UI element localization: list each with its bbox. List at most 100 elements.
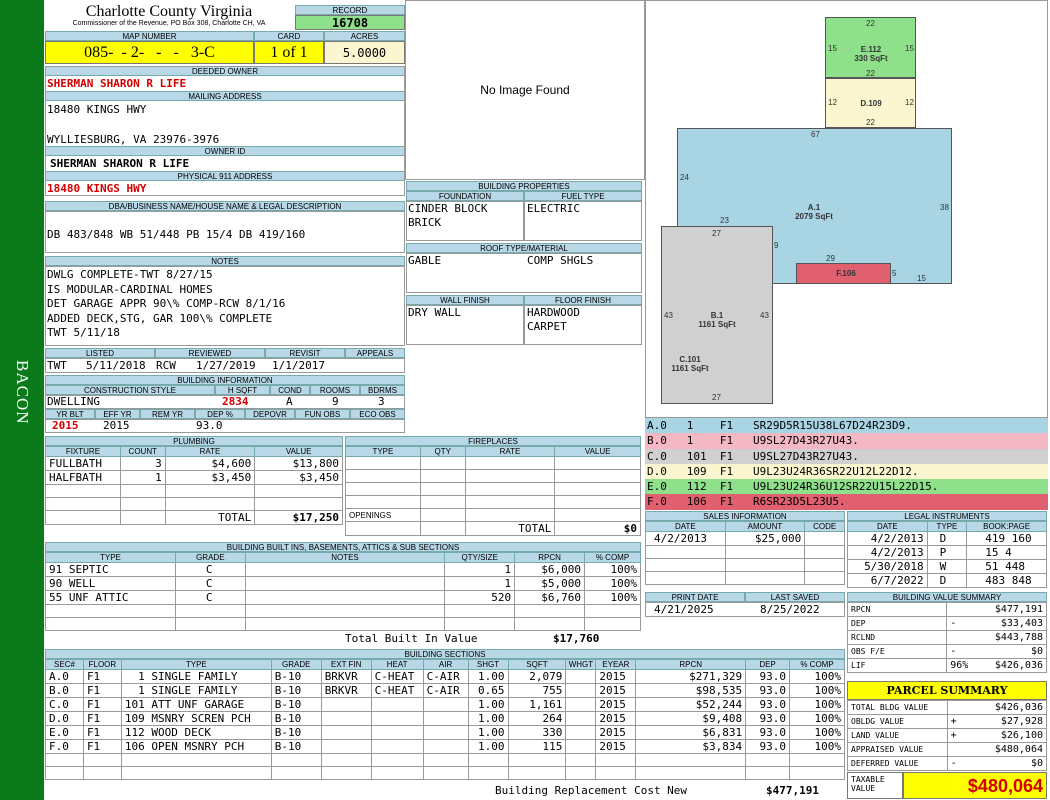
note-line: IS MODULAR-CARDINAL HOMES [47,282,213,296]
note-line: DWLG COMPLETE-TWT 8/27/15 [47,268,213,281]
cond-label: COND [270,385,310,395]
card-label: CARD [254,31,324,41]
summary-cell: - [946,644,987,659]
wall-finish-label: WALL FINISH [406,295,524,305]
section-cell [371,697,424,712]
summary-cell: $0 [986,644,1047,659]
summary-row: APPRAISED VALUE $480,064 [847,742,1047,757]
summary-cell [946,742,987,757]
foundation-1: CINDER BLOCK [408,202,488,215]
last-saved-label: LAST SAVED [745,592,845,602]
cond-value: A [286,395,293,408]
section-cell: 100% [789,725,845,740]
section-cell [565,669,597,684]
table-row [45,497,343,511]
sale-date: 4/2/2013 [645,531,726,546]
owner-frame [45,66,405,196]
legal-h-date: DATE [847,521,928,532]
sec-h-dep: DEP [745,659,791,670]
sec-h-extfin: EXT FIN [320,659,372,670]
summary-cell: + [946,728,987,743]
summary-cell: RCLND [846,630,948,645]
summary-row: LIF 96% $426,036 [846,658,1047,673]
summary-cell: $27,928 [986,714,1047,729]
building-sketch: E.112 330 SqFt D.109 A.1 2079 SqFt F.106 B… [645,0,1048,418]
construction-style: DWELLING [47,395,100,408]
sec-h-grade: GRADE [270,659,322,670]
section-cell: 93.0 [745,739,791,754]
bi-h-grade: GRADE [174,552,246,563]
section-cell: 93.0 [745,725,791,740]
sketch-dim: 24 [680,173,689,182]
summary-cell: LAND VALUE [847,728,948,743]
listed-date: 5/11/2018 [86,359,146,372]
bi-type: 55 UNF ATTIC [45,590,176,605]
funobs-label: FUN OBS [295,409,350,419]
sales-h-date: DATE [645,521,726,532]
section-cell: BRKVR [321,683,372,698]
plumb-value: $13,800 [254,456,343,471]
table-row: 4/2/2013 P 15 4 [847,545,1047,560]
sketch-dim: 27 [712,393,721,402]
section-cell: 115 [508,739,567,754]
bi-rpcn: $6,000 [514,562,586,577]
table-row: B.0 F1 1 SINGLE FAMILY B-10 BRKVR C-HEAT C-AI… [45,683,845,698]
county-header: Charlotte County Virginia Commissioner o… [46,3,292,27]
revisit-label: REVISIT [265,348,345,358]
section-cell: 264 [508,711,567,726]
yrblt-label: YR BLT [45,409,95,419]
builtins-total: $17,760 [553,632,600,645]
plumb-fixture: FULLBATH [45,456,121,471]
summary-row: RPCN $477,191 [846,602,1047,617]
sketch-dim: 29 [826,254,835,263]
plumb-count: 1 [120,470,166,485]
bi-rpcn: $5,000 [514,576,586,591]
bi-grade: C [175,576,246,591]
county-title: Charlotte County Virginia [85,3,253,20]
section-cell [423,739,469,754]
section-cell: 109 MSNRY SCREN PCH [121,711,272,726]
section-cell: $6,831 [635,725,747,740]
summary-cell: $480,064 [986,742,1047,757]
legal-cell: D [927,573,968,588]
legal-cell: 4/2/2013 [847,531,928,546]
fuel-type: ELECTRIC [527,202,580,215]
plumb-h-count: COUNT [119,446,166,457]
section-cell: 330 [508,725,567,740]
reviewed-label: REVIEWED [155,348,265,358]
sketch-dim: 27 [712,229,721,238]
section-cell [371,739,424,754]
section-cell: 2015 [595,725,637,740]
section-cell: 1.00 [468,725,509,740]
legal-cell: 483 848 [966,573,1047,588]
section-cell: 93.0 [745,683,791,698]
section-cell: C-AIR [423,669,469,684]
section-cell: $98,535 [635,683,747,698]
sketch-label-c: C.101 1161 SqFt [671,355,709,373]
section-cell: C-HEAT [371,669,424,684]
legend-row: D.0 109 F1 U9L23U24R36SR22U12L22D12. [645,463,1048,480]
plumb-h-value: VALUE [254,446,343,457]
floor-finish-label: FLOOR FINISH [524,295,642,305]
table-row: HALFBATH 1 $3,450 $3,450 [45,470,343,485]
section-cell: C-AIR [423,683,469,698]
section-cell: 100% [789,697,845,712]
sketch-label-e: E.112 330 SqFt [854,45,888,63]
section-cell: 1.00 [468,739,509,754]
legend-row: F.0 106 F1 R6SR23D5L23U5. [645,494,1048,510]
plumb-total: $17,250 [254,510,343,525]
depovr-label: DEPOVR [245,409,295,419]
section-cell: 2015 [595,739,637,754]
summary-cell: 96% [946,658,987,673]
replacement-cost: $477,191 [766,784,819,797]
section-cell: BRKVR [321,669,372,684]
section-cell: 112 WOOD DECK [121,725,272,740]
section-cell: B-10 [271,669,322,684]
legal-h-type: TYPE [926,521,968,532]
summary-cell: $426,036 [986,658,1047,673]
section-cell: 1.00 [468,697,509,712]
sketch-dim: 15 [828,44,837,53]
fp-h-rate: RATE [464,446,556,457]
construction-style-label: CONSTRUCTION STYLE [45,385,215,395]
sec-h-floor: FLOOR [82,659,122,670]
